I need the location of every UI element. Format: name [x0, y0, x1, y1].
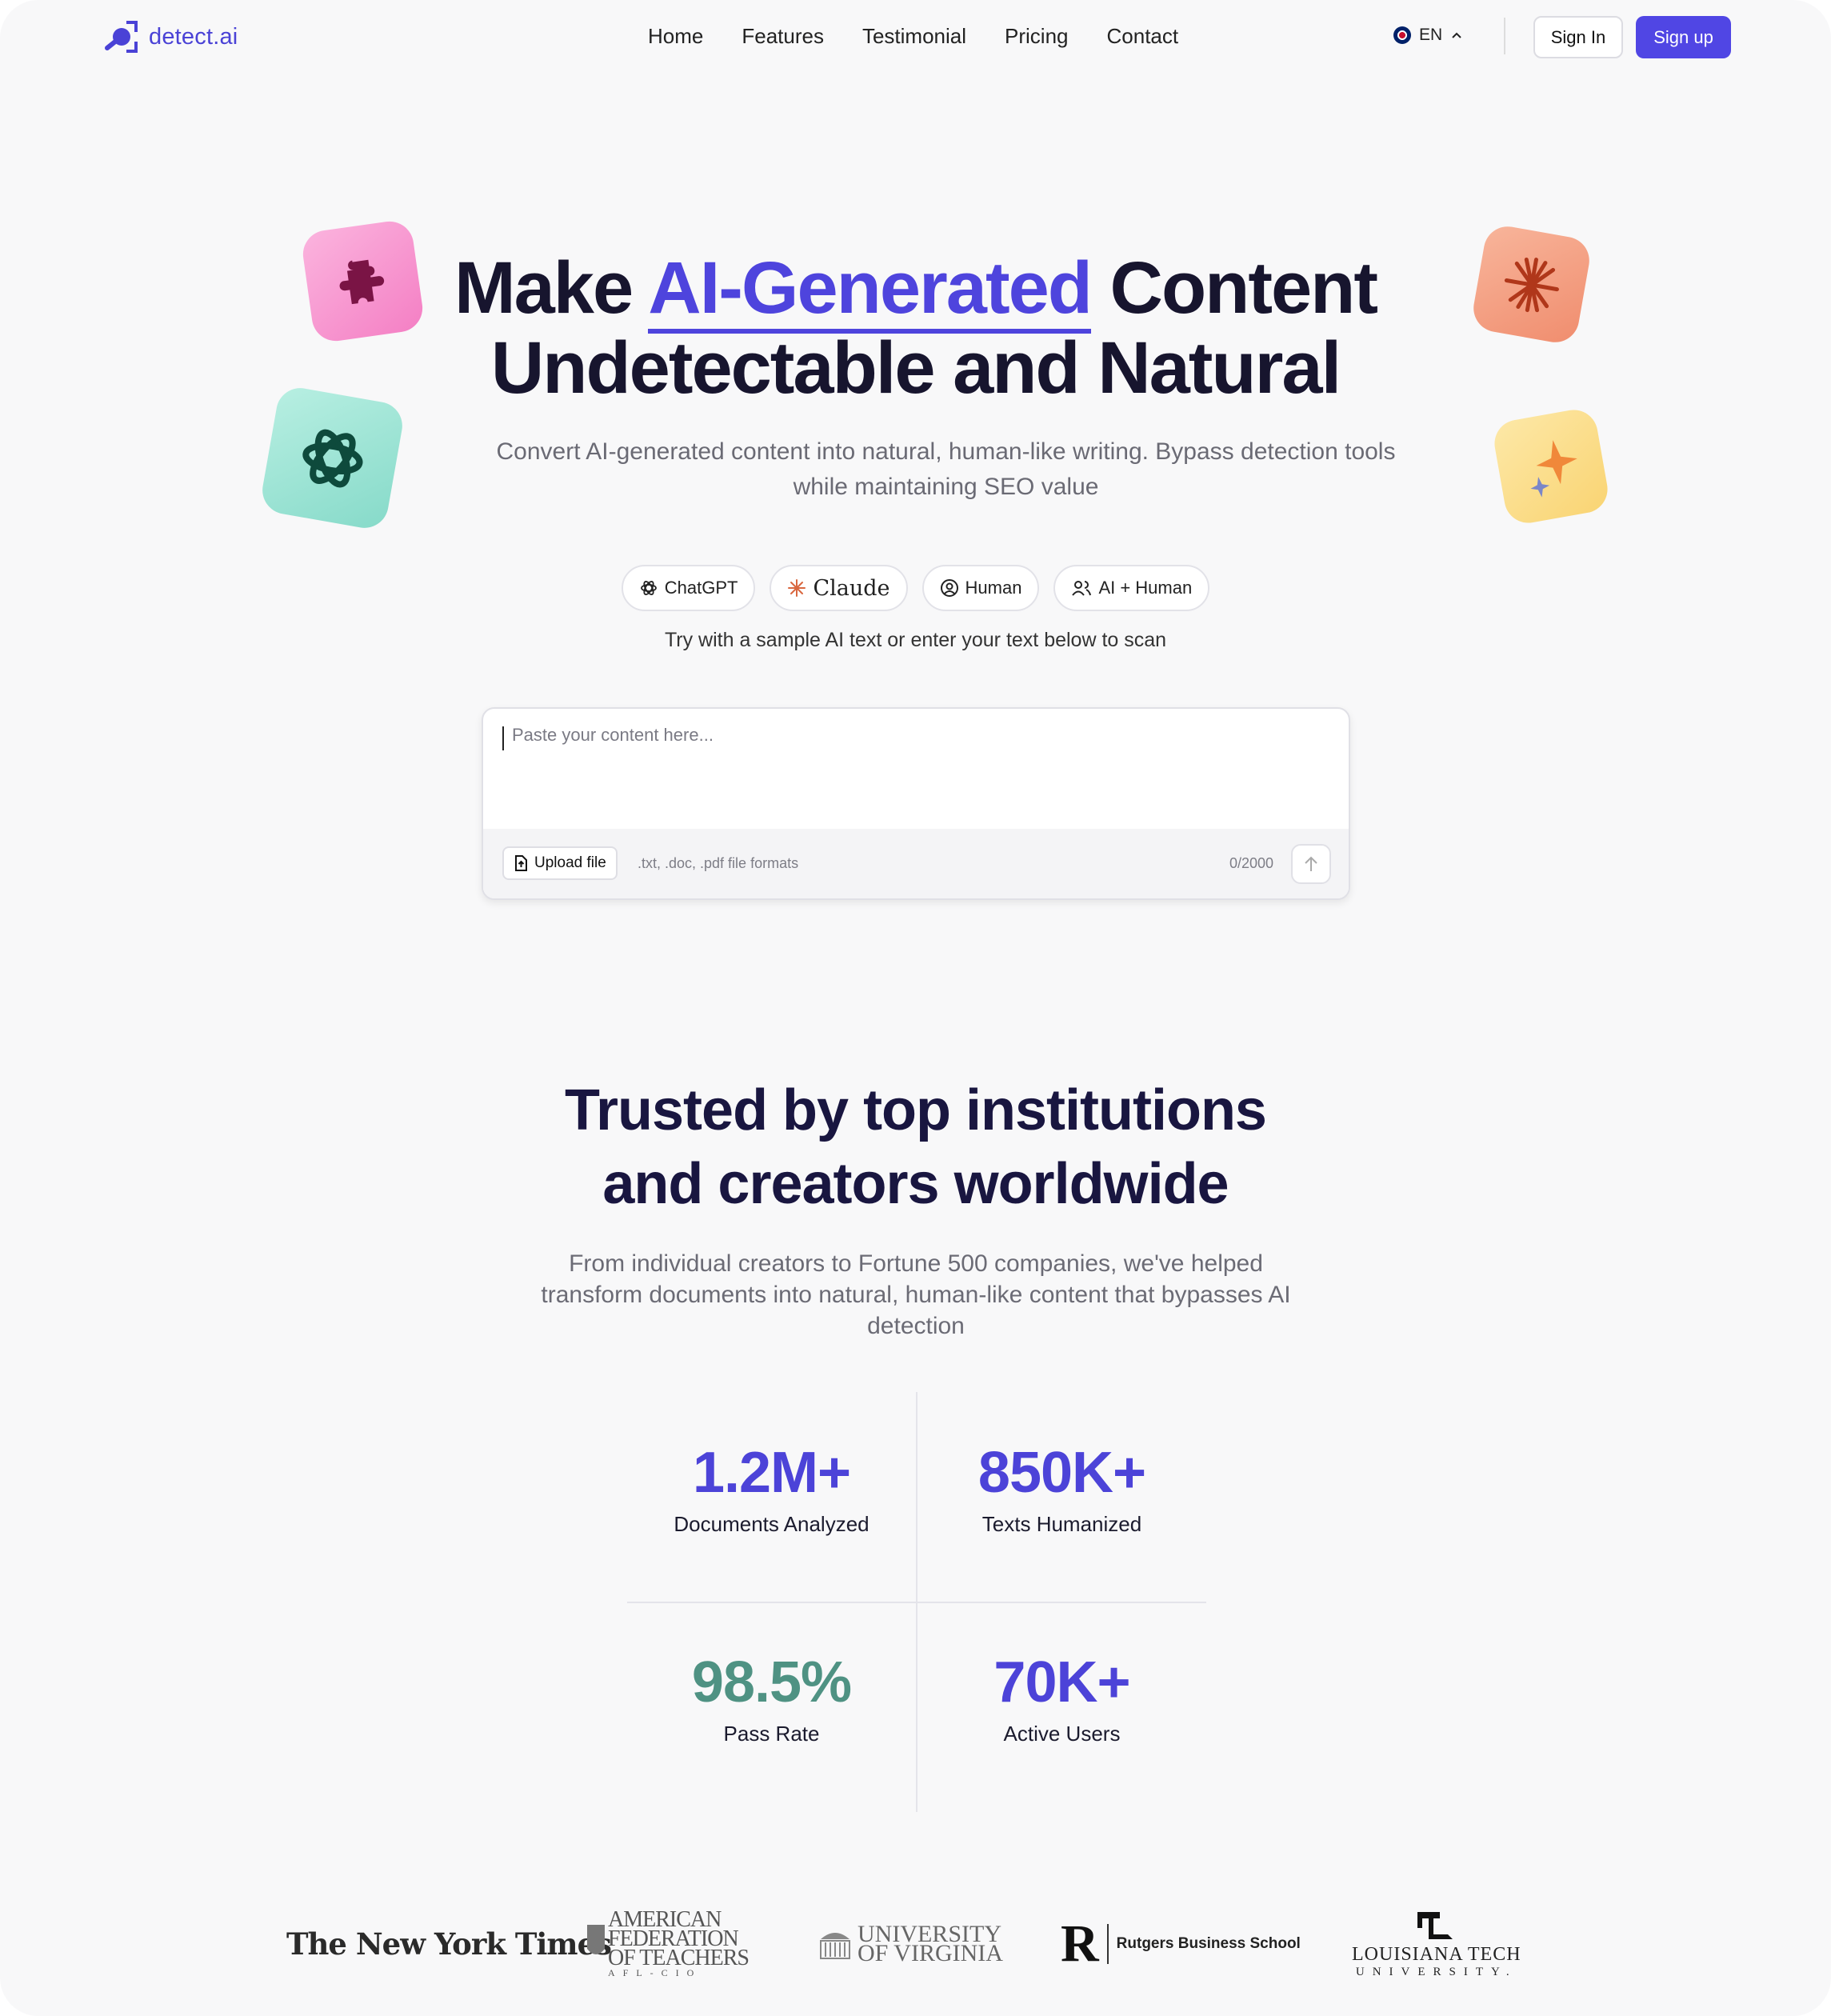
stats-divider-horizontal — [627, 1602, 1206, 1603]
stat-texts: 850K+ Texts Humanized — [917, 1440, 1206, 1537]
arrow-up-icon — [1305, 856, 1317, 871]
nav-home[interactable]: Home — [648, 24, 703, 49]
aft-logo-text: American Federation of Teachers AFL-CIO — [608, 1909, 750, 1978]
rutgers-r-icon: R — [1061, 1914, 1099, 1973]
nav-features[interactable]: Features — [742, 24, 824, 49]
language-selector[interactable]: EN — [1393, 26, 1463, 45]
latech-emblem-icon — [1417, 1912, 1453, 1939]
chip-label: ChatGPT — [664, 578, 738, 598]
chevron-up-icon — [1452, 32, 1461, 38]
rotunda-icon — [820, 1933, 850, 1959]
chip-label: Claude — [813, 575, 890, 601]
rutgers-logo-text: Rutgers Business School — [1116, 1935, 1301, 1952]
top-nav: detect.ai Home Features Testimonial Pric… — [0, 0, 1831, 76]
chip-chatgpt[interactable]: ChatGPT — [621, 565, 756, 611]
chip-claude[interactable]: Claude — [770, 565, 908, 611]
aft-line: of Teachers — [608, 1946, 750, 1970]
sign-up-button[interactable]: Sign up — [1636, 16, 1731, 58]
aft-shield-icon — [587, 1925, 605, 1954]
users-icon — [1072, 581, 1092, 596]
hero-title-post: Content — [1090, 247, 1378, 329]
content-editor: Upload file .txt, .doc, .pdf file format… — [482, 707, 1350, 900]
stat-label: Active Users — [1003, 1722, 1121, 1746]
stat-value: 850K+ — [977, 1441, 1146, 1505]
stat-pass-rate: 98.5% Pass Rate — [627, 1650, 916, 1746]
latech-sub: UNIVERSITY. — [1355, 1966, 1517, 1978]
stat-users: 70K+ Active Users — [917, 1650, 1206, 1746]
submit-button[interactable] — [1291, 844, 1331, 884]
latech-name: LOUISIANA TECH — [1352, 1944, 1521, 1965]
stat-label: Pass Rate — [723, 1722, 820, 1746]
stat-documents: 1.2M+ Documents Analyzed — [627, 1440, 916, 1537]
aft-logo: American Federation of Teachers AFL-CIO — [584, 1904, 750, 1984]
brand-name: detect.ai — [149, 23, 238, 50]
hero-title: Make AI-Generated Content Undetectable a… — [0, 247, 1831, 409]
stat-value: 98.5% — [691, 1650, 852, 1714]
trust-title-line1: Trusted by top institutions — [565, 1078, 1267, 1142]
nav-divider — [1504, 18, 1505, 54]
stat-value: 1.2M+ — [692, 1441, 851, 1505]
chip-human[interactable]: Human — [921, 565, 1040, 611]
nav-pricing[interactable]: Pricing — [1005, 24, 1068, 49]
stat-label: Texts Humanized — [981, 1512, 1142, 1536]
uva-logo-text: University of Virginia — [858, 1922, 1003, 1966]
rutgers-logo: R Rutgers Business School — [1061, 1904, 1301, 1984]
brand-logo[interactable]: detect.ai — [102, 19, 238, 54]
nav-contact[interactable]: Contact — [1107, 24, 1179, 49]
stat-label: Documents Analyzed — [674, 1512, 870, 1536]
openai-icon — [640, 581, 657, 595]
chip-ai-human[interactable]: AI + Human — [1053, 565, 1210, 611]
nyt-logo: The New York Times — [286, 1904, 612, 1984]
character-counter: 0/2000 — [1229, 855, 1273, 871]
sample-chips: ChatGPT Claude Human AI + Human — [0, 565, 1831, 611]
editor-footer: Upload file .txt, .doc, .pdf file format… — [483, 829, 1349, 898]
uva-logo: University of Virginia — [818, 1904, 1003, 1984]
try-sample-text: Try with a sample AI text or enter your … — [664, 629, 1167, 651]
page-frame: detect.ai Home Features Testimonial Pric… — [0, 0, 1831, 2016]
sparkle-icon — [1530, 440, 1577, 498]
hero-title-line2: Undetectable and Natural — [490, 327, 1341, 409]
nyt-logo-text: The New York Times — [286, 1926, 612, 1962]
hero-title-pre: Make — [454, 247, 649, 329]
nav-testimonial[interactable]: Testimonial — [862, 24, 966, 49]
stat-value: 70K+ — [993, 1650, 1130, 1714]
openai-icon — [302, 429, 363, 487]
latech-logo: LOUISIANA TECH UNIVERSITY. — [1352, 1904, 1521, 1984]
content-input[interactable] — [501, 725, 1333, 805]
hero-title-accent: AI-Generated — [648, 247, 1093, 334]
rutgers-divider — [1106, 1924, 1109, 1964]
trust-subtitle: From individual creators to Fortune 500 … — [541, 1250, 1291, 1339]
uk-flag-icon — [1393, 26, 1411, 44]
hero-subtitle: Convert AI-generated content into natura… — [496, 438, 1396, 500]
sign-in-button[interactable]: Sign In — [1533, 16, 1623, 58]
sparkle-tile — [1490, 406, 1612, 527]
partner-logos: The New York Times American Federation o… — [0, 1904, 1831, 1984]
upload-file-button[interactable]: Upload file — [502, 846, 618, 880]
chip-label: AI + Human — [1098, 578, 1193, 598]
file-upload-icon — [515, 855, 527, 871]
trust-title: Trusted by top institutions and creators… — [0, 1074, 1831, 1221]
detect-logo-icon — [105, 21, 138, 53]
file-formats-hint: .txt, .doc, .pdf file formats — [638, 855, 799, 871]
language-code: EN — [1419, 26, 1443, 44]
main-menu: Home Features Testimonial Pricing Contac… — [648, 24, 1178, 49]
claude-sparkle-icon — [788, 579, 806, 597]
upload-file-label: Upload file — [534, 854, 606, 871]
uva-line: of Virginia — [858, 1940, 1003, 1966]
stats-grid: 1.2M+ Documents Analyzed 850K+ Texts Hum… — [627, 1392, 1206, 1812]
chip-label: Human — [965, 578, 1022, 598]
user-circle-icon — [940, 579, 958, 597]
trust-title-line2: and creators worldwide — [602, 1152, 1229, 1216]
